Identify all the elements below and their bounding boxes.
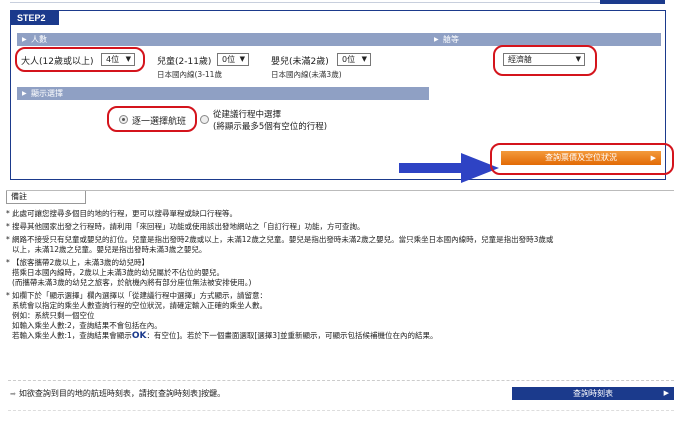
display-option2-sublabel: (將顯示最多5個有空位的行程) <box>213 122 328 132</box>
note-line: 如輸入乘坐人數:2，查詢結果不會包括在內。 <box>12 321 162 330</box>
step2-panel: STEP2 ▶ 人數 大人(12歲或以上) 4位 ▼ 兒童(2-11歲) 0位 … <box>10 10 674 183</box>
infant-label: 嬰兒(未滿2歲) <box>271 57 329 67</box>
child-label: 兒童(2-11歲) <box>157 57 212 67</box>
display-option2-label: 從建議行程中選擇 <box>213 110 282 120</box>
child-sub-label: 日本國內線(3-11歲 <box>157 70 222 79</box>
note-line: 搜尋其他國家出發之行程時，請利用「來回程」功能或使用該出發地網站之「自訂行程」功… <box>6 222 364 232</box>
step-label: STEP2 <box>11 11 59 25</box>
note-line-ok-part1: 若輸入乘坐人數:1，查詢結果會顯示 <box>12 331 132 340</box>
note-line: 如欄下於「顯示選擇」欄內選擇以「從建議行程中選擇」方式顯示，請留意： <box>6 291 267 301</box>
notes-section: 備註 此處可讓您搜尋多個目的地的行程，更可以搜尋單程或缺口行程等。 搜尋其他國家… <box>6 190 674 365</box>
child-count-select[interactable]: 0位 ▼ <box>217 53 249 66</box>
top-tab-bar <box>600 0 665 4</box>
timetable-button[interactable]: 查詢時刻表 ▶ <box>512 387 674 400</box>
divider <box>8 380 674 381</box>
chevron-down-icon: ▼ <box>239 55 245 63</box>
cabin-header-label: 艙等 <box>443 35 459 44</box>
note-line: (而攜帶未滿3歲的幼兒之旅客，於航機內將有部分座位無法被安排使用。) <box>12 278 252 287</box>
timetable-button-label: 查詢時刻表 <box>573 389 613 398</box>
search-button-highlight <box>490 143 674 175</box>
note-line: 以上，未滿12歲之兒童。嬰兒是指出發時未滿3歲之嬰兒。 <box>12 245 207 254</box>
top-strip <box>0 0 680 8</box>
timetable-hint-text: 如欲查詢到目的地的航班時刻表，請按[查詢時刻表]按鍵。 <box>18 389 226 398</box>
notes-tab: 備註 <box>6 191 86 204</box>
triangle-icon: ▶ <box>22 36 27 43</box>
note-line-ok: 若輸入乘坐人數:1，查詢結果會顯示OK：有空位]。若於下一個畫面選取[選擇3]並… <box>12 331 438 341</box>
arrow-right-icon <box>399 153 499 183</box>
arrow-right-icon: ➡ <box>10 390 16 398</box>
note-line: 網路不接受只有兒童或嬰兒的訂位。兒童是指出發時2歲或以上，未滿12歲之兒童。嬰兒… <box>6 235 553 245</box>
timetable-hint: ➡ 如欲查詢到目的地的航班時刻表，請按[查詢時刻表]按鍵。 <box>10 388 225 399</box>
chevron-down-icon: ▼ <box>361 55 367 63</box>
infant-count-value: 0位 <box>342 55 356 64</box>
ok-mark: OK <box>131 331 147 341</box>
divider <box>8 410 674 411</box>
display-option1-highlight <box>107 106 197 132</box>
note-line: 系統會以指定的乘坐人數查詢行程的空位狀況，請確定輸入正確的乘坐人數。 <box>12 301 267 310</box>
infant-count-select[interactable]: 0位 ▼ <box>337 53 371 66</box>
play-icon: ▶ <box>663 389 669 397</box>
passengers-header: ▶ 人數 <box>17 33 429 46</box>
cabin-highlight <box>493 45 597 76</box>
display-option2-radio[interactable] <box>200 115 209 124</box>
adult-highlight <box>15 47 145 72</box>
infant-sub-label: 日本國內線(未滿3歲) <box>271 70 342 79</box>
note-line: 此處可讓您搜尋多個目的地的行程，更可以搜尋單程或缺口行程等。 <box>6 209 237 219</box>
note-line: 搭乘日本國內線時，2歲以上未滿3歲的幼兒屬於不佔位的嬰兒。 <box>12 268 225 277</box>
top-divider <box>10 2 665 3</box>
display-header: ▶ 顯示選擇 <box>17 87 429 100</box>
note-line: 例如：系統只剩一個空位 <box>12 311 95 320</box>
triangle-icon: ▶ <box>434 36 439 43</box>
child-count-value: 0位 <box>222 55 236 64</box>
display-header-label: 顯示選擇 <box>31 89 63 98</box>
passengers-header-label: 人數 <box>31 35 47 44</box>
note-line: 【旅客攜帶2歲以上，未滿3歲的幼兒時】 <box>6 258 149 268</box>
note-line-ok-part2: ：有空位]。若於下一個畫面選取[選擇3]並重新顯示，可顯示包括候補機位在內的結果… <box>146 331 438 340</box>
triangle-icon: ▶ <box>22 90 27 97</box>
